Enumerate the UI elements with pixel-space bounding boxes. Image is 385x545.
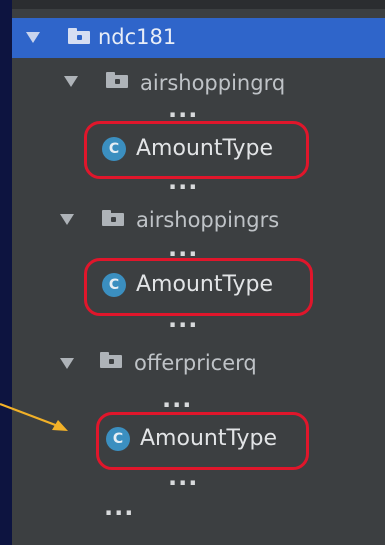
ellipsis-text: ... (168, 95, 199, 123)
class-icon: C (102, 137, 126, 161)
tree-package-airshoppingrs[interactable]: airshoppingrs (136, 207, 279, 233)
ellipsis-text: ... (168, 305, 199, 333)
annotation-arrow-icon (0, 402, 68, 431)
folder-icon (102, 210, 124, 226)
ellipsis-text: ... (168, 463, 199, 491)
tree-class-amounttype[interactable]: AmountType (140, 426, 277, 452)
expand-triangle-icon[interactable] (60, 214, 74, 225)
ellipsis-text: ... (104, 493, 135, 521)
expand-triangle-icon[interactable] (26, 32, 40, 43)
expand-triangle-icon[interactable] (64, 76, 78, 87)
tree-root-label[interactable]: ndc181 (98, 24, 176, 50)
tree-package-airshoppingrq[interactable]: airshoppingrq (140, 70, 285, 96)
folder-icon (100, 352, 122, 368)
expand-triangle-icon[interactable] (60, 358, 74, 369)
class-icon: C (102, 273, 126, 297)
tree-class-amounttype[interactable]: AmountType (136, 272, 273, 298)
tree-class-amounttype[interactable]: AmountType (136, 136, 273, 162)
panel-top-band (12, 0, 385, 9)
folder-icon (106, 72, 128, 88)
folder-icon (68, 28, 90, 44)
ellipsis-text: ... (162, 385, 193, 413)
tree-package-offerpricerq[interactable]: offerpricerq (134, 350, 257, 376)
ellipsis-text: ... (168, 167, 199, 195)
ellipsis-text: ... (168, 234, 199, 262)
class-icon: C (106, 427, 130, 451)
